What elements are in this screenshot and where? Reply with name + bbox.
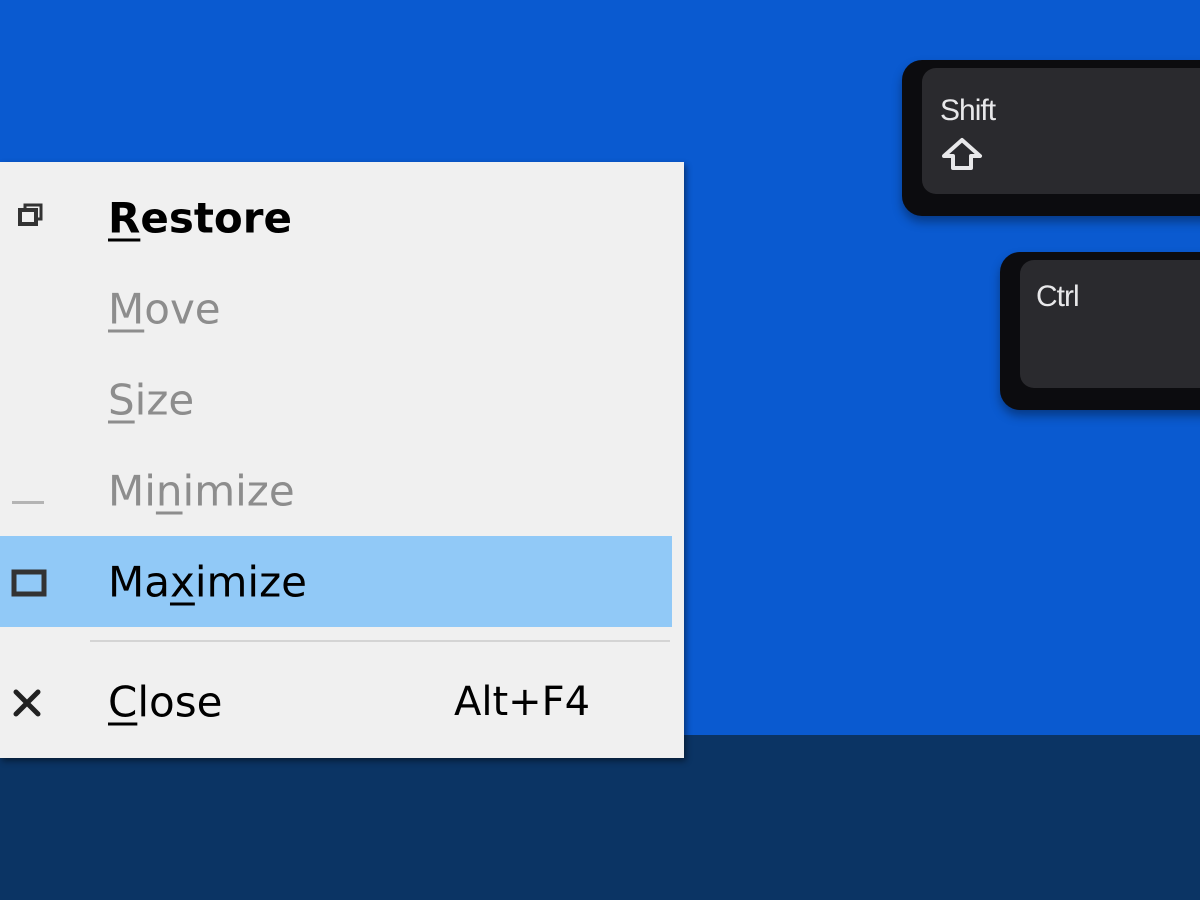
- ctrl-key: Ctrl: [1000, 252, 1200, 410]
- ctrl-key-label: Ctrl: [1036, 280, 1080, 313]
- minimize-icon: [12, 501, 44, 504]
- window-system-menu: Restore Move Size Minimize Maximize Clos…: [0, 162, 684, 758]
- maximize-icon: [11, 569, 47, 597]
- menu-item-restore[interactable]: Restore: [0, 172, 672, 263]
- menu-separator: [90, 640, 670, 642]
- shift-key-label: Shift: [940, 94, 996, 127]
- shift-key: Shift: [902, 60, 1200, 216]
- menu-item-close-label: Close: [108, 677, 223, 726]
- menu-item-maximize-label: Maximize: [108, 557, 307, 606]
- menu-item-move[interactable]: Move: [0, 263, 672, 354]
- close-shortcut: Alt+F4: [454, 678, 591, 725]
- menu-item-minimize-label: Minimize: [108, 466, 295, 515]
- menu-item-size-label: Size: [108, 375, 195, 424]
- shift-key-cap: Shift: [922, 68, 1200, 194]
- taskbar: [0, 735, 1200, 900]
- restore-icon: [18, 203, 43, 226]
- menu-item-maximize[interactable]: Maximize: [0, 536, 672, 627]
- menu-item-close[interactable]: Close Alt+F4: [0, 656, 672, 747]
- menu-item-size[interactable]: Size: [0, 354, 672, 445]
- menu-item-restore-label: Restore: [108, 193, 292, 242]
- close-icon: [13, 689, 41, 717]
- ctrl-key-cap: Ctrl: [1020, 260, 1200, 388]
- shift-arrow-icon: [942, 138, 982, 170]
- menu-item-move-label: Move: [108, 284, 221, 333]
- menu-item-minimize[interactable]: Minimize: [0, 445, 672, 536]
